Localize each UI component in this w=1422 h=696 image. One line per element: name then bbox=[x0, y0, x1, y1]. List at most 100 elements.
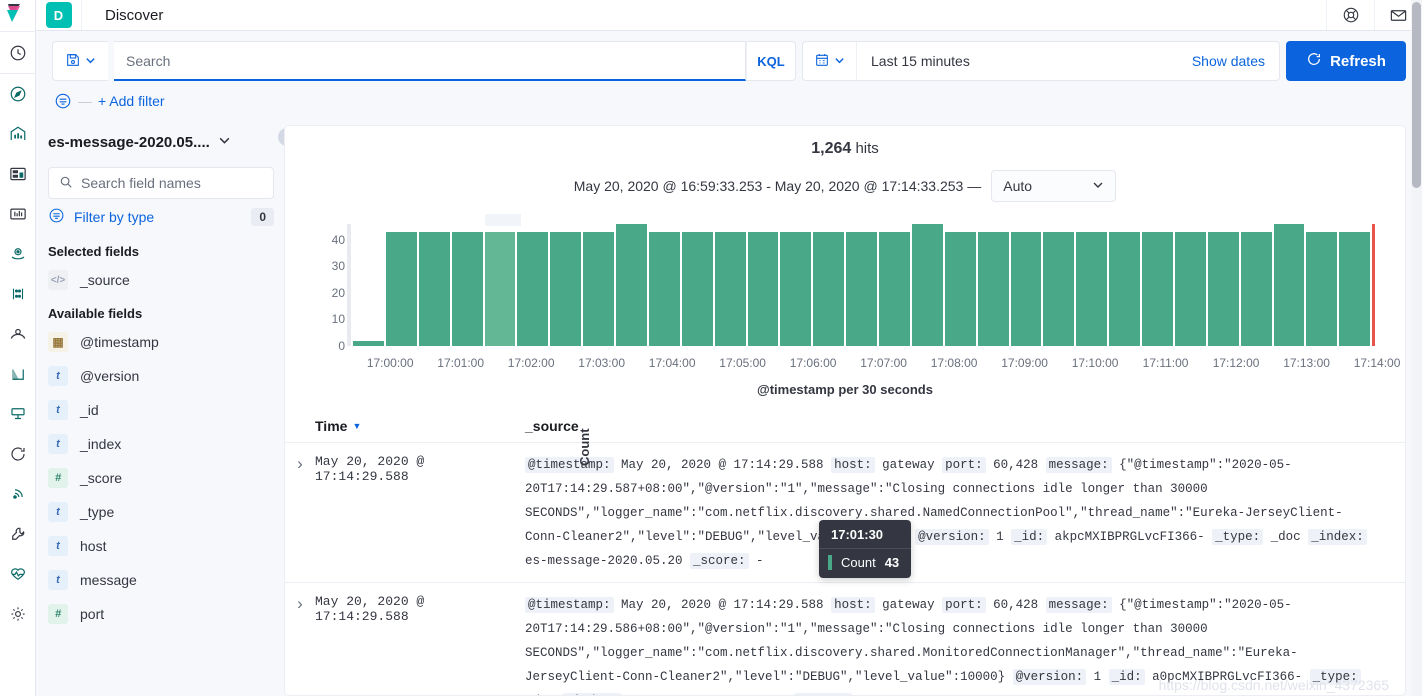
rail-item-dev-tools[interactable] bbox=[0, 514, 36, 554]
column-header-source[interactable]: _source bbox=[525, 418, 579, 434]
tooltip-color-swatch bbox=[828, 555, 832, 570]
page-scrollbar-track[interactable] bbox=[1411, 0, 1422, 696]
query-language-button[interactable]: KQL bbox=[746, 41, 796, 81]
chart-bar[interactable] bbox=[1109, 231, 1140, 346]
rail-item-discover[interactable] bbox=[0, 74, 36, 114]
expand-row-icon[interactable]: › bbox=[285, 593, 315, 695]
field-item-message[interactable]: t message bbox=[48, 563, 274, 597]
field-item-index[interactable]: t _index bbox=[48, 427, 274, 461]
search-input[interactable] bbox=[126, 52, 733, 69]
time-range-value[interactable]: Last 15 minutes bbox=[857, 42, 1192, 80]
field-item-score[interactable]: # _score bbox=[48, 461, 274, 495]
chart-bar[interactable] bbox=[1306, 231, 1338, 346]
rail-item-canvas[interactable] bbox=[0, 194, 36, 234]
chart-bar[interactable] bbox=[517, 231, 549, 346]
chart-bar[interactable] bbox=[1273, 224, 1305, 346]
histogram-chart[interactable]: Count 0 10 20 30 40 17:00:00 17:01:00 17:02:00… bbox=[285, 214, 1405, 578]
chart-bar[interactable] bbox=[1142, 231, 1173, 346]
chart-bar[interactable] bbox=[681, 231, 713, 346]
chart-bar[interactable] bbox=[747, 231, 779, 346]
chart-bar[interactable] bbox=[1240, 231, 1272, 346]
time-range-text: May 20, 2020 @ 16:59:33.253 - May 20, 20… bbox=[573, 178, 982, 194]
chart-x-tick: 17:07:00 bbox=[860, 356, 907, 370]
search-box[interactable] bbox=[114, 41, 746, 81]
date-type-icon: ▦ bbox=[48, 332, 68, 352]
chart-bar[interactable] bbox=[484, 231, 516, 346]
chart-bar[interactable] bbox=[583, 231, 614, 346]
chevron-down-icon bbox=[218, 134, 231, 150]
saved-query-button[interactable] bbox=[52, 41, 108, 81]
chart-bar[interactable] bbox=[648, 231, 680, 346]
chart-bar[interactable] bbox=[780, 231, 812, 346]
rail-item-recently-viewed[interactable] bbox=[0, 31, 36, 74]
page-scrollbar-thumb[interactable] bbox=[1412, 2, 1421, 188]
chart-bar[interactable] bbox=[879, 231, 910, 346]
tooltip-body: Count 43 bbox=[819, 549, 911, 578]
rail-item-monitoring[interactable] bbox=[0, 554, 36, 594]
number-type-icon: # bbox=[48, 468, 68, 488]
show-dates-button[interactable]: Show dates bbox=[1192, 42, 1279, 80]
rail-item-siem[interactable] bbox=[0, 474, 36, 514]
chart-bar[interactable] bbox=[1076, 231, 1108, 346]
floppy-disk-icon bbox=[65, 52, 81, 71]
field-item-_source[interactable]: </> _source bbox=[48, 263, 274, 297]
field-item-id[interactable]: t _id bbox=[48, 393, 274, 427]
chart-bar[interactable] bbox=[1043, 231, 1075, 346]
chart-bar[interactable] bbox=[813, 231, 845, 346]
field-item-version[interactable]: t @version bbox=[48, 359, 274, 393]
date-picker-button[interactable] bbox=[803, 42, 857, 80]
chart-x-tick: 17:12:00 bbox=[1212, 356, 1260, 370]
filter-count-badge: 0 bbox=[251, 208, 274, 226]
chart-x-tick: 17:09:00 bbox=[1001, 356, 1048, 370]
chart-bar[interactable] bbox=[616, 224, 647, 346]
column-header-time[interactable]: Time ▼ bbox=[315, 418, 525, 434]
source-field-value: May 20, 2020 @ 17:14:29.588 bbox=[613, 598, 832, 612]
chart-bar[interactable] bbox=[451, 231, 483, 346]
field-item-type[interactable]: t _type bbox=[48, 495, 274, 529]
search-wrap: KQL bbox=[114, 41, 796, 81]
chart-bar[interactable] bbox=[911, 224, 943, 346]
field-item-port[interactable]: # port bbox=[48, 597, 274, 631]
rail-item-maps[interactable] bbox=[0, 234, 36, 274]
rail-item-logs[interactable] bbox=[0, 354, 36, 394]
query-row: KQL bbox=[52, 41, 1406, 81]
rail-item-dashboard[interactable] bbox=[0, 154, 36, 194]
chart-bar[interactable] bbox=[353, 340, 384, 346]
field-name: @timestamp bbox=[80, 334, 159, 350]
filter-options-icon[interactable] bbox=[54, 92, 72, 110]
interval-select[interactable]: Auto bbox=[991, 170, 1117, 202]
add-filter-button[interactable]: + Add filter bbox=[98, 93, 165, 109]
chart-bar[interactable] bbox=[1339, 231, 1371, 346]
chart-bar[interactable] bbox=[418, 231, 450, 346]
app-badge-container: D bbox=[36, 0, 82, 30]
refresh-button[interactable]: Refresh bbox=[1286, 41, 1406, 81]
cell-time: May 20, 2020 @ 17:14:29.588 bbox=[315, 594, 425, 624]
chart-plot-area[interactable] bbox=[347, 224, 1376, 346]
chart-bar[interactable] bbox=[550, 231, 582, 346]
help-icon[interactable] bbox=[1326, 0, 1374, 30]
expand-row-icon[interactable]: › bbox=[285, 453, 315, 573]
field-item-host[interactable]: t host bbox=[48, 529, 274, 563]
chart-bar[interactable] bbox=[1174, 231, 1206, 346]
chart-bar[interactable] bbox=[977, 231, 1009, 346]
rail-item-apm[interactable] bbox=[0, 394, 36, 434]
filter-by-type-button[interactable]: Filter by type 0 bbox=[48, 199, 274, 235]
chart-bar[interactable] bbox=[385, 231, 417, 346]
field-search[interactable] bbox=[48, 167, 274, 199]
index-pattern-selector[interactable]: es-message-2020.05.... bbox=[48, 127, 274, 157]
chart-bar[interactable] bbox=[714, 231, 746, 346]
rail-item-infrastructure[interactable] bbox=[0, 314, 36, 354]
rail-item-uptime[interactable] bbox=[0, 434, 36, 474]
rail-item-visualize[interactable] bbox=[0, 114, 36, 154]
chart-bar[interactable] bbox=[846, 231, 877, 346]
chart-bar[interactable] bbox=[1010, 231, 1042, 346]
rail-item-machine-learning[interactable] bbox=[0, 274, 36, 314]
elastic-logo[interactable] bbox=[0, 0, 36, 31]
field-item-timestamp[interactable]: ▦ @timestamp bbox=[48, 325, 274, 359]
field-search-input[interactable] bbox=[81, 175, 263, 191]
chart-bar[interactable] bbox=[944, 231, 976, 346]
chart-bar[interactable] bbox=[1207, 231, 1239, 346]
source-field-value: May 20, 2020 @ 17:14:29.588 bbox=[613, 458, 832, 472]
chevron-down-icon bbox=[834, 53, 845, 69]
rail-item-management[interactable] bbox=[0, 594, 36, 634]
